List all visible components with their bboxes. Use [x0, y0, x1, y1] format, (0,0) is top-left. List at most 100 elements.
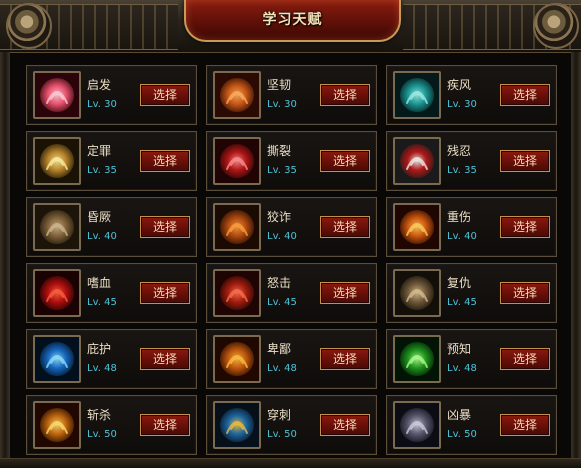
level-value: 35: [104, 165, 117, 176]
talent-name: 怒击: [267, 276, 292, 290]
talent-name: 复仇: [447, 276, 472, 290]
meditating-figure-icon: [33, 335, 81, 383]
level-prefix: Lv.: [267, 99, 281, 110]
talent-card: 启发 Lv. 30 选择: [26, 65, 197, 125]
title-plate: 学习天赋: [184, 0, 401, 42]
hooded-figure-icon: [393, 401, 441, 449]
level-value: 30: [464, 99, 477, 110]
talent-name: 预知: [447, 342, 472, 356]
talent-level: Lv. 48: [267, 363, 297, 374]
level-prefix: Lv.: [87, 165, 101, 176]
talent-level: Lv. 48: [447, 363, 477, 374]
level-prefix: Lv.: [267, 231, 281, 242]
select-button[interactable]: 选择: [500, 84, 550, 106]
bow-icon: [33, 137, 81, 185]
talent-name: 撕裂: [267, 144, 292, 158]
level-value: 40: [284, 231, 297, 242]
level-prefix: Lv.: [267, 363, 281, 374]
title-bar: 学习天赋: [0, 0, 581, 53]
talent-card: 复仇 Lv. 45 选择: [386, 263, 557, 323]
select-button[interactable]: 选择: [320, 150, 370, 172]
level-prefix: Lv.: [447, 297, 461, 308]
select-button[interactable]: 选择: [320, 216, 370, 238]
level-prefix: Lv.: [87, 363, 101, 374]
talent-level: Lv. 45: [447, 297, 477, 308]
select-button[interactable]: 选择: [320, 348, 370, 370]
burning-warrior-icon: [393, 203, 441, 251]
talent-name: 重伤: [447, 210, 472, 224]
select-button[interactable]: 选择: [320, 282, 370, 304]
talent-card: 卑鄙 Lv. 48 选择: [206, 329, 377, 389]
talent-name: 启发: [87, 78, 112, 92]
talent-card: 预知 Lv. 48 选择: [386, 329, 557, 389]
select-button[interactable]: 选择: [140, 348, 190, 370]
select-button[interactable]: 选择: [500, 414, 550, 436]
select-button[interactable]: 选择: [140, 150, 190, 172]
talent-name: 嗜血: [87, 276, 112, 290]
select-button[interactable]: 选择: [500, 150, 550, 172]
select-button[interactable]: 选择: [320, 414, 370, 436]
level-value: 40: [464, 231, 477, 242]
level-prefix: Lv.: [447, 231, 461, 242]
green-figure-icon: [393, 335, 441, 383]
talent-level: Lv. 48: [87, 363, 117, 374]
select-button[interactable]: 选择: [320, 84, 370, 106]
talent-card: 重伤 Lv. 40 选择: [386, 197, 557, 257]
talent-name: 昏厥: [87, 210, 112, 224]
level-value: 40: [104, 231, 117, 242]
border-left: [0, 52, 10, 467]
demon-face-icon: [33, 269, 81, 317]
select-button[interactable]: 选择: [500, 282, 550, 304]
talent-name: 穿刺: [267, 408, 292, 422]
level-value: 50: [284, 429, 297, 440]
talent-card: 穿刺 Lv. 50 选择: [206, 395, 377, 455]
talent-card: 嗜血 Lv. 45 选择: [26, 263, 197, 323]
select-button[interactable]: 选择: [140, 282, 190, 304]
talent-level: Lv. 40: [267, 231, 297, 242]
select-button[interactable]: 选择: [500, 216, 550, 238]
talent-level: Lv. 35: [447, 165, 477, 176]
talent-name: 定罪: [87, 144, 112, 158]
level-prefix: Lv.: [447, 429, 461, 440]
talent-name: 狡诈: [267, 210, 292, 224]
select-button[interactable]: 选择: [140, 414, 190, 436]
level-prefix: Lv.: [87, 429, 101, 440]
chain-icon: [213, 203, 261, 251]
pink-orb-icon: [33, 71, 81, 119]
knot-ornament-icon: [533, 3, 579, 49]
talent-card: 怒击 Lv. 45 选择: [206, 263, 377, 323]
level-value: 45: [284, 297, 297, 308]
level-value: 45: [104, 297, 117, 308]
level-value: 48: [104, 363, 117, 374]
level-value: 48: [464, 363, 477, 374]
level-prefix: Lv.: [87, 99, 101, 110]
talent-name: 凶暴: [447, 408, 472, 422]
wind-icon: [393, 71, 441, 119]
level-prefix: Lv.: [267, 297, 281, 308]
talent-level: Lv. 30: [447, 99, 477, 110]
blade-slash-icon: [33, 401, 81, 449]
level-value: 50: [104, 429, 117, 440]
shield-emblem-icon: [213, 401, 261, 449]
talent-level: Lv. 30: [267, 99, 297, 110]
border-right: [571, 52, 581, 467]
figures-icon: [33, 203, 81, 251]
talent-level: Lv. 30: [87, 99, 117, 110]
talent-card: 狡诈 Lv. 40 选择: [206, 197, 377, 257]
select-button[interactable]: 选择: [140, 216, 190, 238]
select-button[interactable]: 选择: [140, 84, 190, 106]
talent-card: 疾风 Lv. 30 选择: [386, 65, 557, 125]
talent-name: 坚韧: [267, 78, 292, 92]
level-prefix: Lv.: [87, 231, 101, 242]
window-title: 学习天赋: [262, 12, 323, 28]
talent-name: 疾风: [447, 78, 472, 92]
talent-card: 坚韧 Lv. 30 选择: [206, 65, 377, 125]
talent-level: Lv. 35: [87, 165, 117, 176]
target-arrow-icon: [393, 137, 441, 185]
select-button[interactable]: 选择: [500, 348, 550, 370]
claw-slash-icon: [213, 137, 261, 185]
level-prefix: Lv.: [267, 165, 281, 176]
talent-name: 卑鄙: [267, 342, 292, 356]
talent-level: Lv. 40: [447, 231, 477, 242]
talent-card: 凶暴 Lv. 50 选择: [386, 395, 557, 455]
